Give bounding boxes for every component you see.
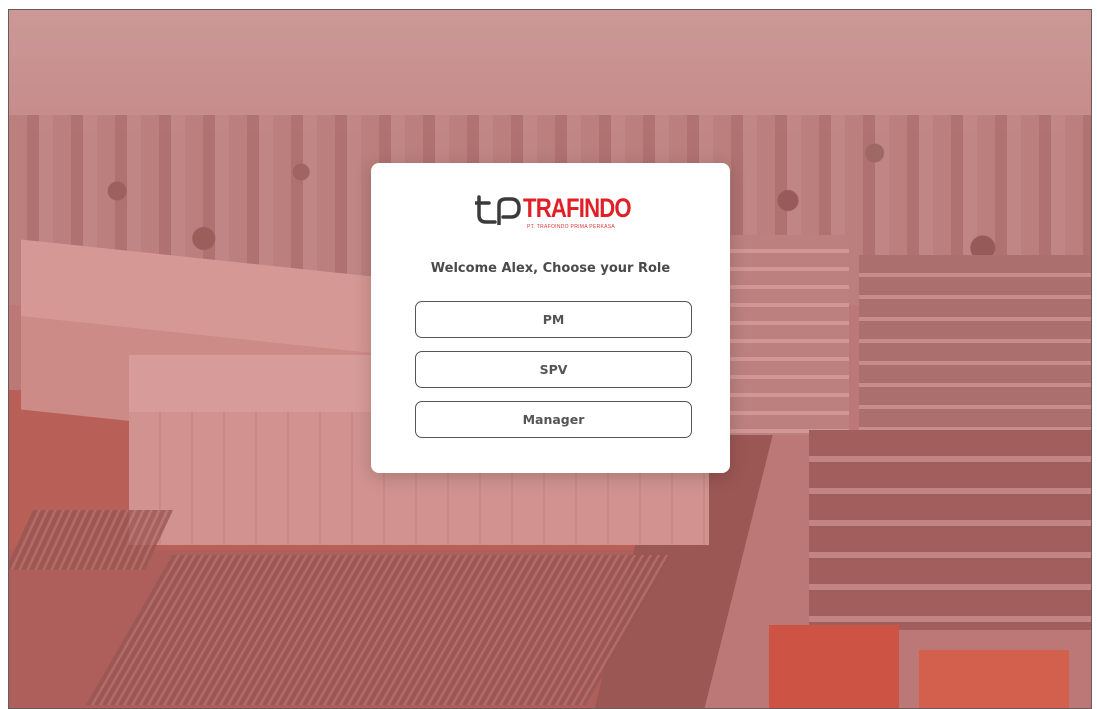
company-logo: TRAFINDO PT. TRAFOINDO PRIMA PERKASA	[475, 193, 635, 237]
role-button-manager[interactable]: Manager	[415, 401, 692, 438]
brand-name: TRAFINDO	[523, 193, 632, 223]
role-selection-dialog: TRAFINDO PT. TRAFOINDO PRIMA PERKASA Wel…	[371, 163, 730, 473]
tp-logo-mark-icon	[475, 195, 521, 225]
brand-subtitle: PT. TRAFOINDO PRIMA PERKASA	[527, 224, 616, 230]
welcome-heading: Welcome Alex, Choose your Role	[430, 261, 671, 276]
role-button-pm[interactable]: PM	[415, 301, 692, 338]
role-button-spv[interactable]: SPV	[415, 351, 692, 388]
